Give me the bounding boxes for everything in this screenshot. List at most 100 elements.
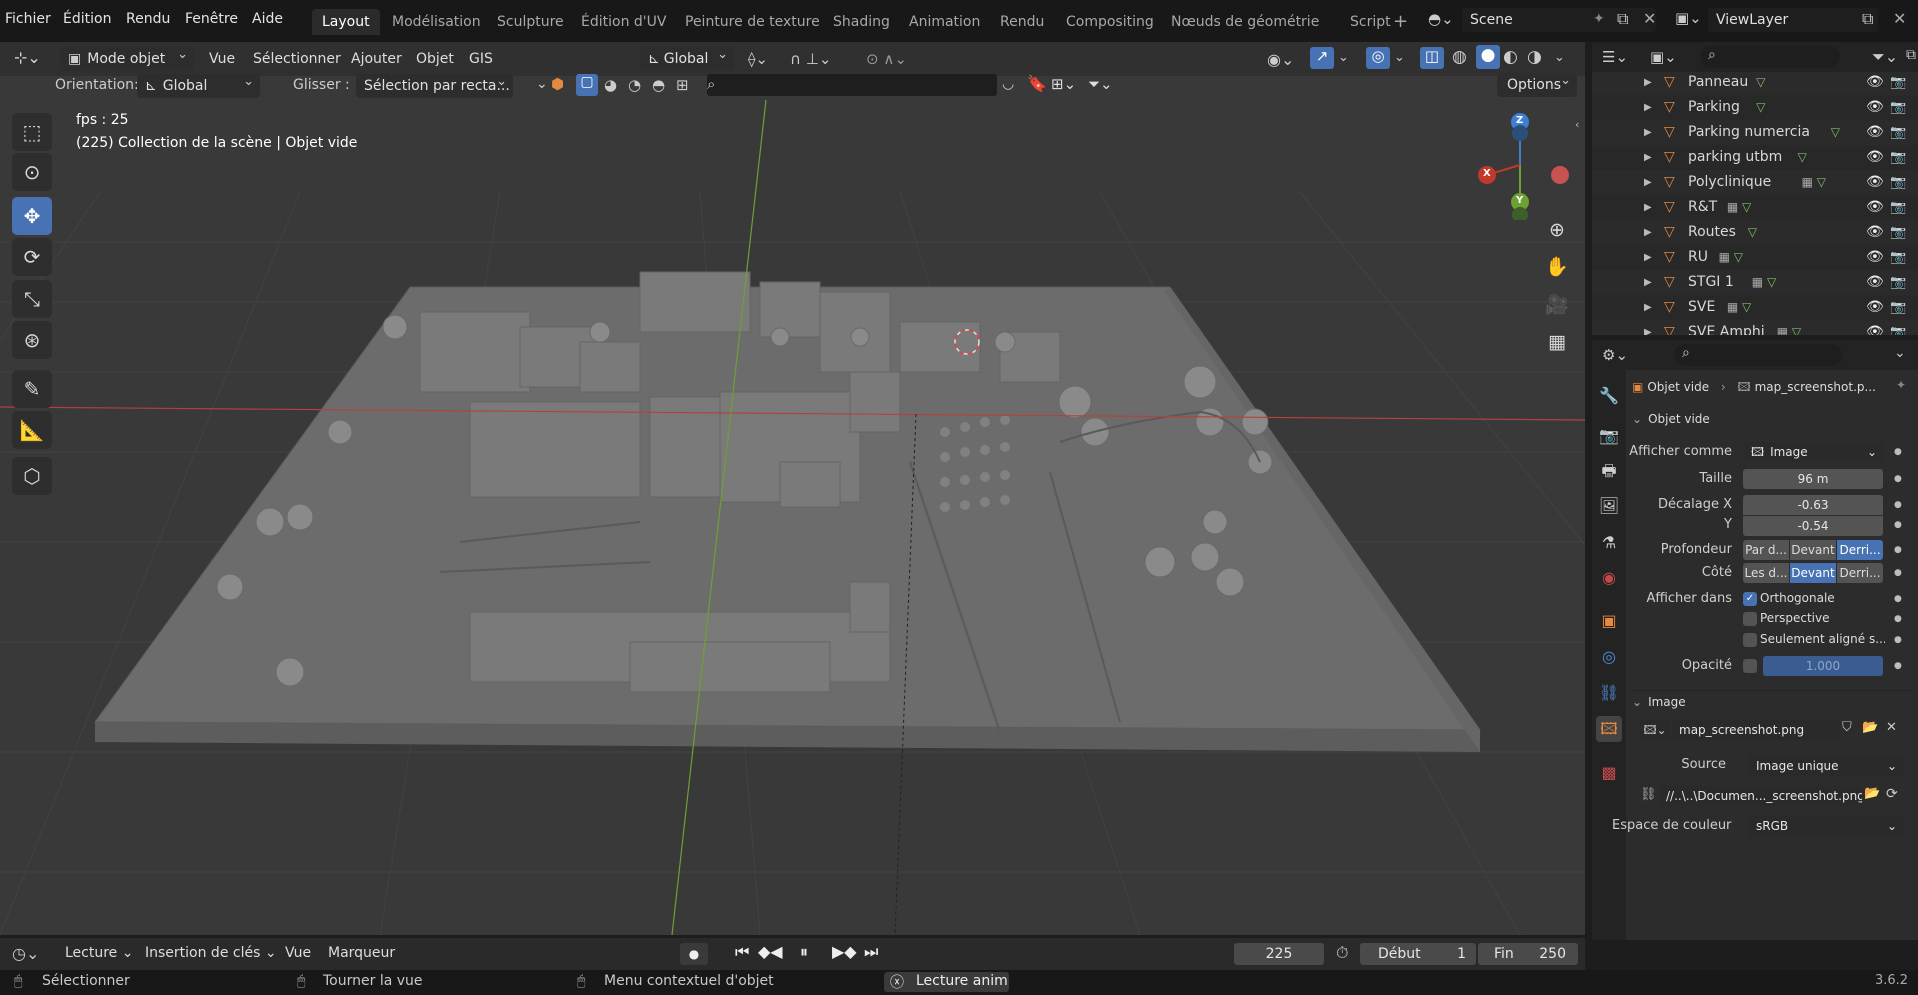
next-keyframe-icon[interactable]: ▶◆	[832, 942, 857, 961]
cote-front-option[interactable]: Devant	[1790, 563, 1836, 583]
gizmo-toggle-icon[interactable]: ↗	[1310, 47, 1334, 69]
properties-options-icon[interactable]: ⌄	[1894, 345, 1906, 361]
annotate-tool-icon[interactable]: ✎	[12, 370, 52, 408]
menu-ajouter[interactable]: Ajouter	[351, 51, 402, 67]
scale-tool-icon[interactable]: ⤡	[12, 280, 52, 318]
camera-render-icon[interactable]: 📷	[1890, 120, 1906, 145]
menu-vue[interactable]: Vue	[209, 51, 235, 67]
scene-icon[interactable]: ◓⌄	[1428, 10, 1456, 32]
cote-both-option[interactable]: Les d...	[1743, 563, 1789, 583]
menu-timeline-vue[interactable]: Vue	[285, 945, 311, 961]
pivot-icon[interactable]: ⟠⌄	[748, 50, 768, 68]
eye-icon[interactable]: 👁	[1866, 120, 1884, 145]
eye-icon[interactable]: 👁	[1866, 170, 1884, 195]
tool-search-field[interactable]: ⌕	[707, 74, 997, 96]
outliner-row[interactable]: ▶ ▽ RU ▦ ▽ 👁 📷	[1592, 245, 1918, 270]
expand-arrow-icon[interactable]: ▶	[1644, 95, 1652, 120]
profondeur-back-option[interactable]: Derri...	[1837, 540, 1883, 560]
menu-aide[interactable]: Aide	[252, 11, 283, 27]
keyframe-dot-icon[interactable]: ●	[1894, 474, 1902, 484]
eye-icon[interactable]: 👁	[1866, 270, 1884, 295]
tab-layout[interactable]: Layout	[312, 9, 380, 35]
3d-viewport[interactable]: fps : 25 (225) Collection de la scène | …	[0, 42, 1585, 935]
transform-orientation-selector[interactable]: ⊾ Global	[640, 47, 734, 71]
rendered-shading-icon[interactable]: ◑	[1527, 47, 1542, 67]
frame-start-field[interactable]: Début 1	[1360, 943, 1476, 965]
jump-start-icon[interactable]: ⏮	[735, 942, 749, 962]
tab-noeuds-geometrie[interactable]: Nœuds de géométrie	[1161, 9, 1329, 35]
menu-insertion-cles[interactable]: Insertion de clés ⌄	[145, 945, 277, 961]
color-cube-icon[interactable]: ⬢	[551, 75, 564, 93]
select-mode-subtract-icon[interactable]: ◔	[628, 76, 641, 94]
animation-playing-indicator[interactable]: ⓧ Lecture anim	[884, 972, 1009, 992]
camera-render-icon[interactable]: 📷	[1890, 170, 1906, 195]
record-keyframe-icon[interactable]: ●	[680, 943, 708, 965]
keyframe-dot-icon[interactable]: ●	[1894, 500, 1902, 510]
seulement-checkbox[interactable]	[1743, 633, 1757, 647]
expand-arrow-icon[interactable]: ▶	[1644, 295, 1652, 320]
select-box-tool-icon[interactable]: ⬚	[12, 113, 52, 151]
tab-peinture-texture[interactable]: Peinture de texture	[675, 9, 830, 35]
collapse-sidebar-icon[interactable]: ‹	[1575, 118, 1579, 131]
profondeur-default-option[interactable]: Par d...	[1743, 540, 1789, 560]
keyframe-dot-icon[interactable]: ●	[1894, 661, 1902, 671]
select-mode-extend-icon[interactable]: ◕	[604, 76, 617, 94]
jump-end-icon[interactable]: ⏭	[864, 942, 878, 962]
image-name-field[interactable]: map_screenshot.png	[1673, 720, 1839, 740]
keyframe-dot-icon[interactable]: ●	[1894, 568, 1902, 578]
open-folder-icon[interactable]: 📂	[1862, 720, 1878, 735]
data-tab-icon[interactable]: 🖾	[1596, 716, 1622, 742]
expand-arrow-icon[interactable]: ▶	[1644, 245, 1652, 270]
outliner-search-input[interactable]: ⌕	[1700, 46, 1840, 68]
keyframe-dot-icon[interactable]: ●	[1894, 594, 1902, 604]
prev-keyframe-icon[interactable]: ◆◀	[758, 942, 783, 961]
panel-header-objet-vide[interactable]: ⌄ Objet vide	[1632, 412, 1912, 434]
tab-shading[interactable]: Shading	[823, 9, 900, 35]
measure-tool-icon[interactable]: 📐	[12, 411, 52, 449]
keyframe-dot-icon[interactable]: ●	[1894, 614, 1902, 624]
outliner-editor-icon[interactable]: ☰⌄	[1602, 48, 1628, 66]
keyframe-dot-icon[interactable]: ●	[1894, 635, 1902, 645]
camera-render-icon[interactable]: 📷	[1890, 72, 1906, 95]
decalage-x-field[interactable]: -0.63	[1743, 495, 1883, 515]
browse-folder-icon[interactable]: 📂	[1864, 786, 1880, 801]
eye-icon[interactable]: 👁	[1866, 95, 1884, 120]
visibility-icon[interactable]: ◉⌄	[1267, 50, 1294, 69]
outliner-row[interactable]: ▶ ▽ Parking numercia ▽ 👁 📷	[1592, 120, 1918, 145]
camera-render-icon[interactable]: 📷	[1890, 95, 1906, 120]
expand-arrow-icon[interactable]: ▶	[1644, 270, 1652, 295]
opacite-slider[interactable]: 1.000	[1763, 656, 1883, 676]
camera-render-icon[interactable]: 📷	[1890, 295, 1906, 320]
orthogonale-checkbox[interactable]: ✓	[1743, 592, 1757, 606]
outliner-row[interactable]: ▶ ▽ Routes ▽ 👁 📷	[1592, 220, 1918, 245]
menu-fenetre[interactable]: Fenêtre	[185, 11, 238, 27]
cote-back-option[interactable]: Derri...	[1837, 563, 1883, 583]
outliner-row[interactable]: ▶ ▽ R&T ▦ ▽ 👁 📷	[1592, 195, 1918, 220]
fake-user-shield-icon[interactable]: ⛉	[1842, 720, 1852, 735]
decalage-y-field[interactable]: -0.54	[1743, 516, 1883, 536]
pause-icon[interactable]: ⏸	[800, 942, 808, 962]
keyframe-dot-icon[interactable]: ●	[1894, 520, 1902, 530]
image-browse-icon[interactable]: 🖾⌄	[1640, 720, 1670, 740]
panel-header-image[interactable]: ⌄ Image	[1632, 690, 1912, 712]
zoom-icon[interactable]: ⊕	[1539, 214, 1575, 246]
display-mode-icon[interactable]: ▣⌄	[1650, 48, 1677, 66]
new-collection-icon[interactable]: ⧉	[1906, 47, 1916, 63]
bookmark-icon[interactable]: 🔖	[1027, 74, 1047, 93]
object-tab-icon[interactable]: ▣	[1596, 608, 1622, 634]
gizmo-dropdown-icon[interactable]: ⌄	[1338, 50, 1349, 65]
taille-field[interactable]: 96 m	[1743, 469, 1883, 489]
properties-search-input[interactable]: ⌕	[1674, 344, 1842, 366]
outliner-row[interactable]: ▶ ▽ SVE Amphi ▦ ▽ 👁 📷	[1592, 320, 1918, 335]
expand-arrow-icon[interactable]: ▶	[1644, 145, 1652, 170]
overlay-toggle-icon[interactable]: ◎	[1366, 47, 1390, 69]
tab-modelisation[interactable]: Modélisation	[382, 9, 491, 35]
select-mode-intersect-icon[interactable]: ⊞	[676, 76, 689, 94]
move-tool-icon[interactable]: ✥	[12, 197, 52, 235]
view-layer-selector[interactable]: ViewLayer	[1708, 8, 1878, 32]
outliner-row[interactable]: ▶ ▽ Parking ▽ 👁 📷	[1592, 95, 1918, 120]
properties-editor-icon[interactable]: ⚙⌄	[1602, 346, 1628, 364]
opacite-checkbox[interactable]	[1743, 659, 1757, 673]
pin-icon[interactable]: ✦	[1896, 378, 1906, 392]
new-view-layer-icon[interactable]: ⧉	[1862, 9, 1873, 29]
